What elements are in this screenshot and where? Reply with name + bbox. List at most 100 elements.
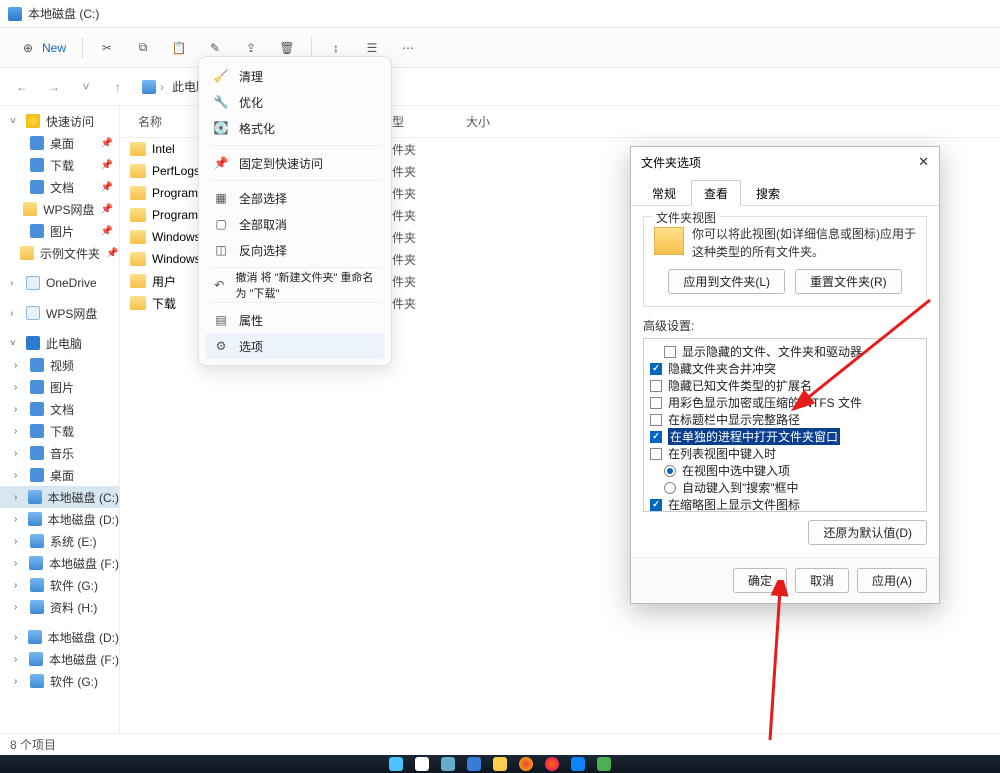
ctx-clean[interactable]: 🧹清理 (205, 63, 385, 89)
sidebar-item-downloads[interactable]: 下载📌 (0, 154, 119, 176)
chrome-icon[interactable] (519, 757, 533, 771)
search-icon[interactable] (415, 757, 429, 771)
drive-icon (142, 80, 156, 94)
tree-item[interactable]: ✓隐藏文件夹合并冲突 (646, 360, 924, 377)
tree-label: 在单独的进程中打开文件夹窗口 (668, 428, 840, 445)
tree-item[interactable]: 用彩色显示加密或压缩的 NTFS 文件 (646, 394, 924, 411)
restore-defaults-button[interactable]: 还原为默认值(D) (808, 520, 927, 545)
sidebar-item-onedrive[interactable]: ›OneDrive (0, 272, 119, 294)
app-icon[interactable] (545, 757, 559, 771)
radio-icon[interactable] (664, 465, 676, 477)
close-button[interactable]: ✕ (918, 154, 929, 170)
checkbox-icon[interactable] (650, 397, 662, 409)
checkbox-icon[interactable]: ✓ (650, 363, 662, 375)
ctx-undo[interactable]: ↶撤消 将 "新建文件夹" 重命名为 "下载" (205, 272, 385, 298)
tree-item[interactable]: 在列表视图中键入时 (646, 445, 924, 462)
sidebar-item-docs2[interactable]: ›文档 (0, 398, 119, 420)
copy-button[interactable]: ⧉ (127, 33, 159, 63)
more-button[interactable]: ⋯ (392, 33, 424, 63)
folder-icon (654, 227, 684, 255)
tree-item[interactable]: 隐藏已知文件类型的扩展名 (646, 377, 924, 394)
tab-general[interactable]: 常规 (639, 180, 689, 206)
toolbar-separator (82, 37, 83, 59)
col-size[interactable]: 大小 (466, 113, 516, 130)
taskbar[interactable] (0, 755, 1000, 773)
sidebar-item-dl2[interactable]: ›下载 (0, 420, 119, 442)
up-button[interactable]: ↑ (104, 72, 132, 102)
folder-view-group: 文件夹视图 你可以将此视图(如详细信息或图标)应用于这种类型的所有文件夹。 应用… (643, 216, 927, 307)
folder-icon (130, 164, 146, 178)
sidebar-item-drive[interactable]: ›本地磁盘 (C:) (0, 486, 119, 508)
sidebar-item-drive[interactable]: ›本地磁盘 (F:) (0, 552, 119, 574)
sort-icon: ↕ (328, 40, 344, 56)
sidebar-item-drive[interactable]: ›软件 (G:) (0, 574, 119, 596)
sidebar-item-wpsdrive[interactable]: ›WPS网盘 (0, 302, 119, 324)
ctx-invert[interactable]: ◫反向选择 (205, 237, 385, 263)
ok-button[interactable]: 确定 (733, 568, 787, 593)
radio-icon[interactable] (664, 482, 676, 494)
advanced-settings-tree[interactable]: 显示隐藏的文件、文件夹和驱动器✓隐藏文件夹合并冲突隐藏已知文件类型的扩展名用彩色… (643, 338, 927, 512)
forward-button[interactable]: → (40, 72, 68, 102)
ctx-select-none[interactable]: ▢全部取消 (205, 211, 385, 237)
sidebar-item-sample[interactable]: 示例文件夹📌 (0, 242, 119, 264)
widgets-icon[interactable] (467, 757, 481, 771)
plus-icon: ⊕ (20, 40, 36, 56)
new-button[interactable]: ⊕ New (12, 33, 74, 63)
sidebar-item-drive[interactable]: ›本地磁盘 (F:) (0, 648, 119, 670)
explorer-icon[interactable] (493, 757, 507, 771)
ctx-properties[interactable]: ▤属性 (205, 307, 385, 333)
checkbox-icon[interactable] (650, 448, 662, 460)
sidebar-item-drive[interactable]: ›本地磁盘 (D:) (0, 508, 119, 530)
sidebar-item-video[interactable]: ›视频 (0, 354, 119, 376)
sidebar-item-drive[interactable]: ›资料 (H:) (0, 596, 119, 618)
cut-button[interactable]: ✂ (91, 33, 123, 63)
app-icon[interactable] (597, 757, 611, 771)
apply-to-folders-button[interactable]: 应用到文件夹(L) (668, 269, 785, 294)
cancel-button[interactable]: 取消 (795, 568, 849, 593)
paste-button[interactable]: 📋 (163, 33, 195, 63)
tab-search[interactable]: 搜索 (743, 180, 793, 206)
ctx-options[interactable]: ⚙选项 (205, 333, 385, 359)
checkbox-icon[interactable] (650, 414, 662, 426)
delete-icon: 🗑 (279, 40, 295, 56)
sidebar-item-music[interactable]: ›音乐 (0, 442, 119, 464)
apply-button[interactable]: 应用(A) (857, 568, 927, 593)
ctx-select-all[interactable]: ▦全部选择 (205, 185, 385, 211)
checkbox-icon[interactable]: ✓ (650, 431, 662, 443)
checkbox-icon[interactable] (650, 380, 662, 392)
sidebar-item-drive[interactable]: ›系统 (E:) (0, 530, 119, 552)
sidebar-item-thispc[interactable]: ˅此电脑 (0, 332, 119, 354)
sidebar-item-quick[interactable]: ˅快速访问 (0, 110, 119, 132)
back-button[interactable]: ← (8, 72, 36, 102)
start-icon[interactable] (389, 757, 403, 771)
ctx-optimize[interactable]: 🔧优化 (205, 89, 385, 115)
tree-item[interactable]: 显示隐藏的文件、文件夹和驱动器 (646, 343, 924, 360)
drive-icon (8, 7, 22, 21)
sidebar-item-wps[interactable]: WPS网盘📌 (0, 198, 119, 220)
tree-item[interactable]: 自动键入到"搜索"框中 (646, 479, 924, 496)
options-icon: ⚙ (213, 338, 229, 354)
app-icon[interactable] (571, 757, 585, 771)
sidebar-item-drive[interactable]: ›本地磁盘 (D:) (0, 626, 119, 648)
reset-folders-button[interactable]: 重置文件夹(R) (795, 269, 902, 294)
checkbox-icon[interactable]: ✓ (650, 499, 662, 511)
sidebar-item-desk2[interactable]: ›桌面 (0, 464, 119, 486)
share-icon: ⇪ (243, 40, 259, 56)
recent-button[interactable]: ˅ (72, 72, 100, 102)
sidebar-item-drive[interactable]: ›软件 (G:) (0, 670, 119, 692)
taskview-icon[interactable] (441, 757, 455, 771)
col-type[interactable]: 类型 (380, 113, 466, 130)
tab-view[interactable]: 查看 (691, 180, 741, 206)
sidebar-item-pictures2[interactable]: ›图片 (0, 376, 119, 398)
checkbox-icon[interactable] (664, 346, 676, 358)
tree-item[interactable]: 在视图中选中键入项 (646, 462, 924, 479)
tree-item[interactable]: 在标题栏中显示完整路径 (646, 411, 924, 428)
tree-item[interactable]: ✓在缩略图上显示文件图标 (646, 496, 924, 512)
sidebar-item-documents[interactable]: 文档📌 (0, 176, 119, 198)
ctx-format[interactable]: 💽格式化 (205, 115, 385, 141)
ctx-pin[interactable]: 📌固定到快速访问 (205, 150, 385, 176)
sidebar-item-pictures[interactable]: 图片📌 (0, 220, 119, 242)
star-icon (26, 114, 40, 128)
tree-item[interactable]: ✓ 在单独的进程中打开文件夹窗口 (646, 428, 924, 445)
sidebar-item-desktop[interactable]: 桌面📌 (0, 132, 119, 154)
